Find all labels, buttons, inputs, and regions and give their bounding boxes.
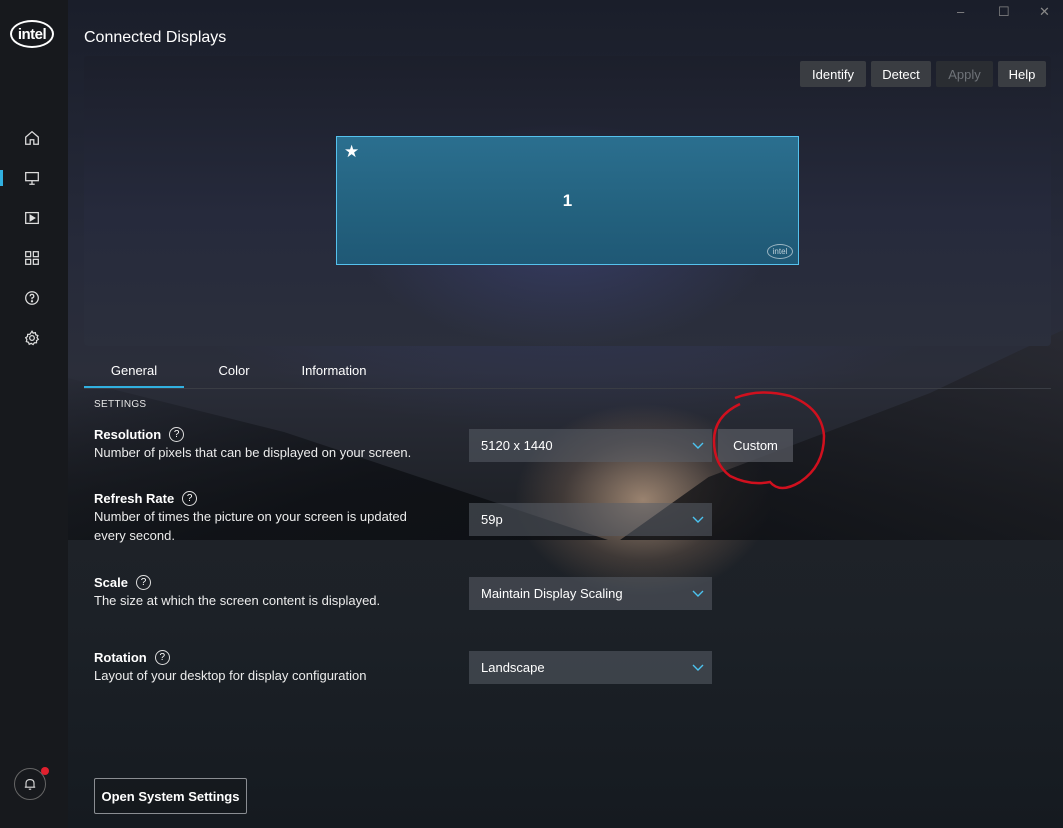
question-icon[interactable] — [22, 288, 42, 308]
chevron-down-icon — [692, 664, 704, 671]
rotation-description: Layout of your desktop for display confi… — [94, 668, 367, 683]
tab-color[interactable]: Color — [194, 352, 274, 388]
open-system-settings-button[interactable]: Open System Settings — [94, 778, 247, 814]
section-label: SETTINGS — [94, 399, 147, 410]
chevron-down-icon — [692, 590, 704, 597]
rotation-label: Rotation — [94, 650, 147, 665]
monitor-icon[interactable] — [22, 168, 42, 188]
help-button[interactable]: Help — [998, 61, 1046, 87]
scale-help-icon[interactable]: ? — [135, 575, 151, 590]
intel-logo: intel — [10, 20, 54, 48]
gear-icon[interactable] — [22, 328, 42, 348]
rotation-value: Landscape — [481, 660, 545, 675]
sidebar-active-indicator — [0, 170, 3, 186]
tab-general[interactable]: General — [84, 352, 184, 388]
identify-button[interactable]: Identify — [800, 61, 866, 87]
video-icon[interactable] — [22, 208, 42, 228]
display-number: 1 — [562, 191, 573, 210]
page-title: Connected Displays — [84, 29, 227, 46]
refresh-rate-dropdown[interactable]: 59p — [469, 503, 712, 536]
resolution-title: Resolution ? — [94, 427, 185, 442]
detect-button[interactable]: Detect — [871, 61, 931, 87]
rotation-dropdown[interactable]: Landscape — [469, 651, 712, 684]
resolution-dropdown[interactable]: 5120 x 1440 — [469, 429, 712, 462]
display-1-tile[interactable]: ★ 1 intel — [336, 136, 799, 265]
refresh-rate-label: Refresh Rate — [94, 491, 175, 506]
minimize-button[interactable]: – — [957, 4, 964, 19]
rotation-title: Rotation ? — [94, 650, 170, 665]
apply-button[interactable]: Apply — [936, 61, 993, 87]
scale-title: Scale ? — [94, 575, 151, 590]
primary-star-icon: ★ — [344, 142, 360, 161]
scale-value: Maintain Display Scaling — [481, 586, 623, 601]
monitor-intel-logo: intel — [767, 244, 793, 259]
scale-label: Scale — [94, 575, 128, 590]
active-tab-indicator — [84, 386, 184, 388]
refresh-rate-desc-line1: Number of times the picture on your scre… — [94, 509, 407, 524]
resolution-value: 5120 x 1440 — [481, 438, 553, 453]
notification-alert-dot — [41, 767, 49, 775]
resolution-help-icon[interactable]: ? — [169, 427, 185, 442]
refresh-rate-description: Number of times the picture on your scre… — [94, 507, 407, 545]
refresh-rate-value: 59p — [481, 512, 503, 527]
sidebar: intel — [0, 0, 68, 828]
red-annotation-circle — [712, 391, 826, 490]
rotation-help-icon[interactable]: ? — [154, 650, 170, 665]
bell-icon — [22, 776, 38, 792]
scale-description: The size at which the screen content is … — [94, 593, 381, 608]
resolution-description: Number of pixels that can be displayed o… — [94, 445, 412, 460]
tab-bar: General Color Information — [84, 352, 1051, 389]
maximize-button[interactable]: ☐ — [998, 4, 1010, 20]
refresh-rate-title: Refresh Rate ? — [94, 491, 198, 506]
refresh-rate-desc-line2: every second. — [94, 528, 175, 543]
chevron-down-icon — [692, 516, 704, 523]
grid-icon[interactable] — [22, 248, 42, 268]
close-button[interactable]: ✕ — [1039, 4, 1050, 20]
scale-dropdown[interactable]: Maintain Display Scaling — [469, 577, 712, 610]
home-icon[interactable] — [22, 128, 42, 148]
refresh-rate-help-icon[interactable]: ? — [182, 491, 198, 506]
tab-information[interactable]: Information — [284, 352, 384, 388]
resolution-label: Resolution — [94, 427, 162, 442]
